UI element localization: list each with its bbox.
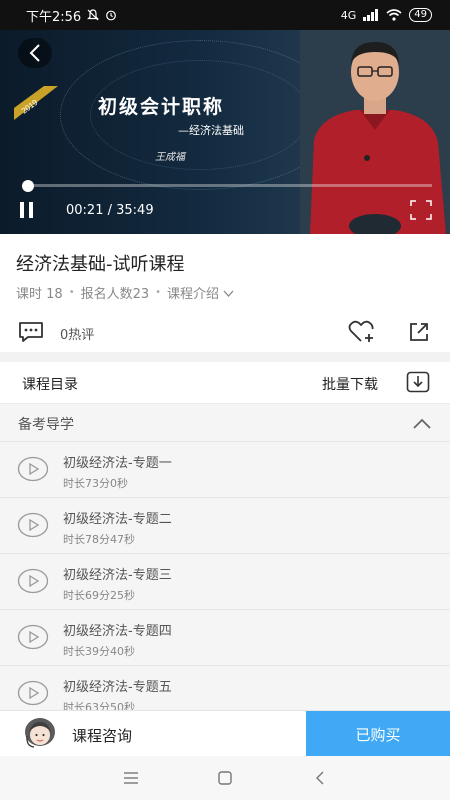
signal-icon [363,9,379,21]
lesson-name: 初级经济法-专题五 [63,680,172,695]
fullscreen-icon[interactable] [410,200,432,220]
bottom-action-bar: 课程咨询 已购买 [0,710,450,757]
video-total-time: 35:49 [116,203,154,218]
play-icon [17,512,49,538]
lesson-duration: 时长39分40秒 [63,645,135,658]
course-title: 经济法基础-试听课程 [16,254,185,275]
pause-icon-bar-left [20,202,24,218]
comment-icon[interactable] [18,321,44,343]
lesson-count: 课时 18 [16,287,63,302]
video-progress-handle[interactable] [22,180,34,192]
lesson-name: 初级经济法-专题一 [63,456,172,471]
enrolled-count: 报名人数23 [80,287,150,302]
lesson-duration: 时长73分0秒 [63,477,128,490]
status-time: 下午2:56 [26,9,82,25]
lesson-item[interactable]: 初级经济法-专题四 时长39分40秒 [0,610,450,666]
lesson-name: 初级经济法-专题二 [63,512,172,527]
lesson-duration: 时长69分25秒 [63,589,135,602]
lesson-name: 初级经济法-专题四 [63,624,172,639]
play-icon [17,680,49,706]
pause-button[interactable] [20,202,40,220]
battery-indicator: 49 [409,8,432,22]
lesson-item[interactable]: 初级经济法-专题二 时长78分47秒 [0,498,450,554]
video-slide-subtitle: —经济法基础 [178,124,244,137]
menu-icon[interactable] [124,772,138,784]
meta-separator-dot: • [68,287,75,298]
course-actions: 0热评 [0,316,450,348]
wifi-icon [386,9,402,21]
video-time: 00:21 / 35:49 [66,203,154,218]
system-navigation-bar [0,756,450,800]
section-header[interactable]: 备考导学 [0,404,450,442]
video-time-separator: / [103,203,117,218]
video-slide-signature: 王成福 [155,152,185,163]
play-icon [17,456,49,482]
catalog-header: 课程目录 批量下载 [0,362,450,404]
back-nav-icon[interactable] [314,771,326,785]
lesson-name: 初级经济法-专题三 [63,568,172,583]
customer-service-avatar-icon[interactable] [22,716,58,752]
download-icon[interactable] [406,371,430,393]
video-player[interactable]: 2019 初级会计职称 —经济法基础 王成福 00:21 / 35:49 [0,30,450,234]
lesson-item[interactable]: 初级经济法-专题三 时长69分25秒 [0,554,450,610]
purchased-button[interactable]: 已购买 [306,711,450,757]
mute-icon [87,9,100,21]
course-meta: 课时 18 • 报名人数23 • 课程介绍 [16,283,234,302]
comment-count[interactable]: 0热评 [60,324,94,343]
video-progress-bar[interactable] [28,184,432,187]
meta-separator-dot: • [155,287,162,298]
course-intro-label: 课程介绍 [167,287,220,302]
back-button[interactable] [18,38,52,68]
course-intro-link[interactable]: 课程介绍 [167,283,234,302]
year-badge: 2019 [14,86,58,120]
share-icon[interactable] [408,321,430,343]
video-current-time: 00:21 [66,203,104,218]
home-icon[interactable] [218,771,232,785]
favorite-add-icon[interactable] [348,320,376,344]
network-type: 4G [340,8,357,22]
consult-button[interactable]: 课程咨询 [72,725,132,746]
lesson-item[interactable]: 初级经济法-专题一 时长73分0秒 [0,442,450,498]
status-bar: 下午2:56 4G 49 [0,0,450,30]
video-slide-title: 初级会计职称 [98,96,225,118]
chevron-down-icon [223,290,234,297]
batch-download-button[interactable]: 批量下载 [322,374,378,394]
section-title: 备考导学 [18,417,74,433]
catalog-title: 课程目录 [22,377,78,393]
play-icon [17,568,49,594]
play-icon [17,624,49,650]
alarm-icon [106,10,117,21]
lesson-duration: 时长78分47秒 [63,533,135,546]
pause-icon-bar-right [29,202,33,218]
section-divider [0,352,450,362]
chevron-up-icon[interactable] [412,416,432,430]
chevron-left-icon [29,44,40,62]
